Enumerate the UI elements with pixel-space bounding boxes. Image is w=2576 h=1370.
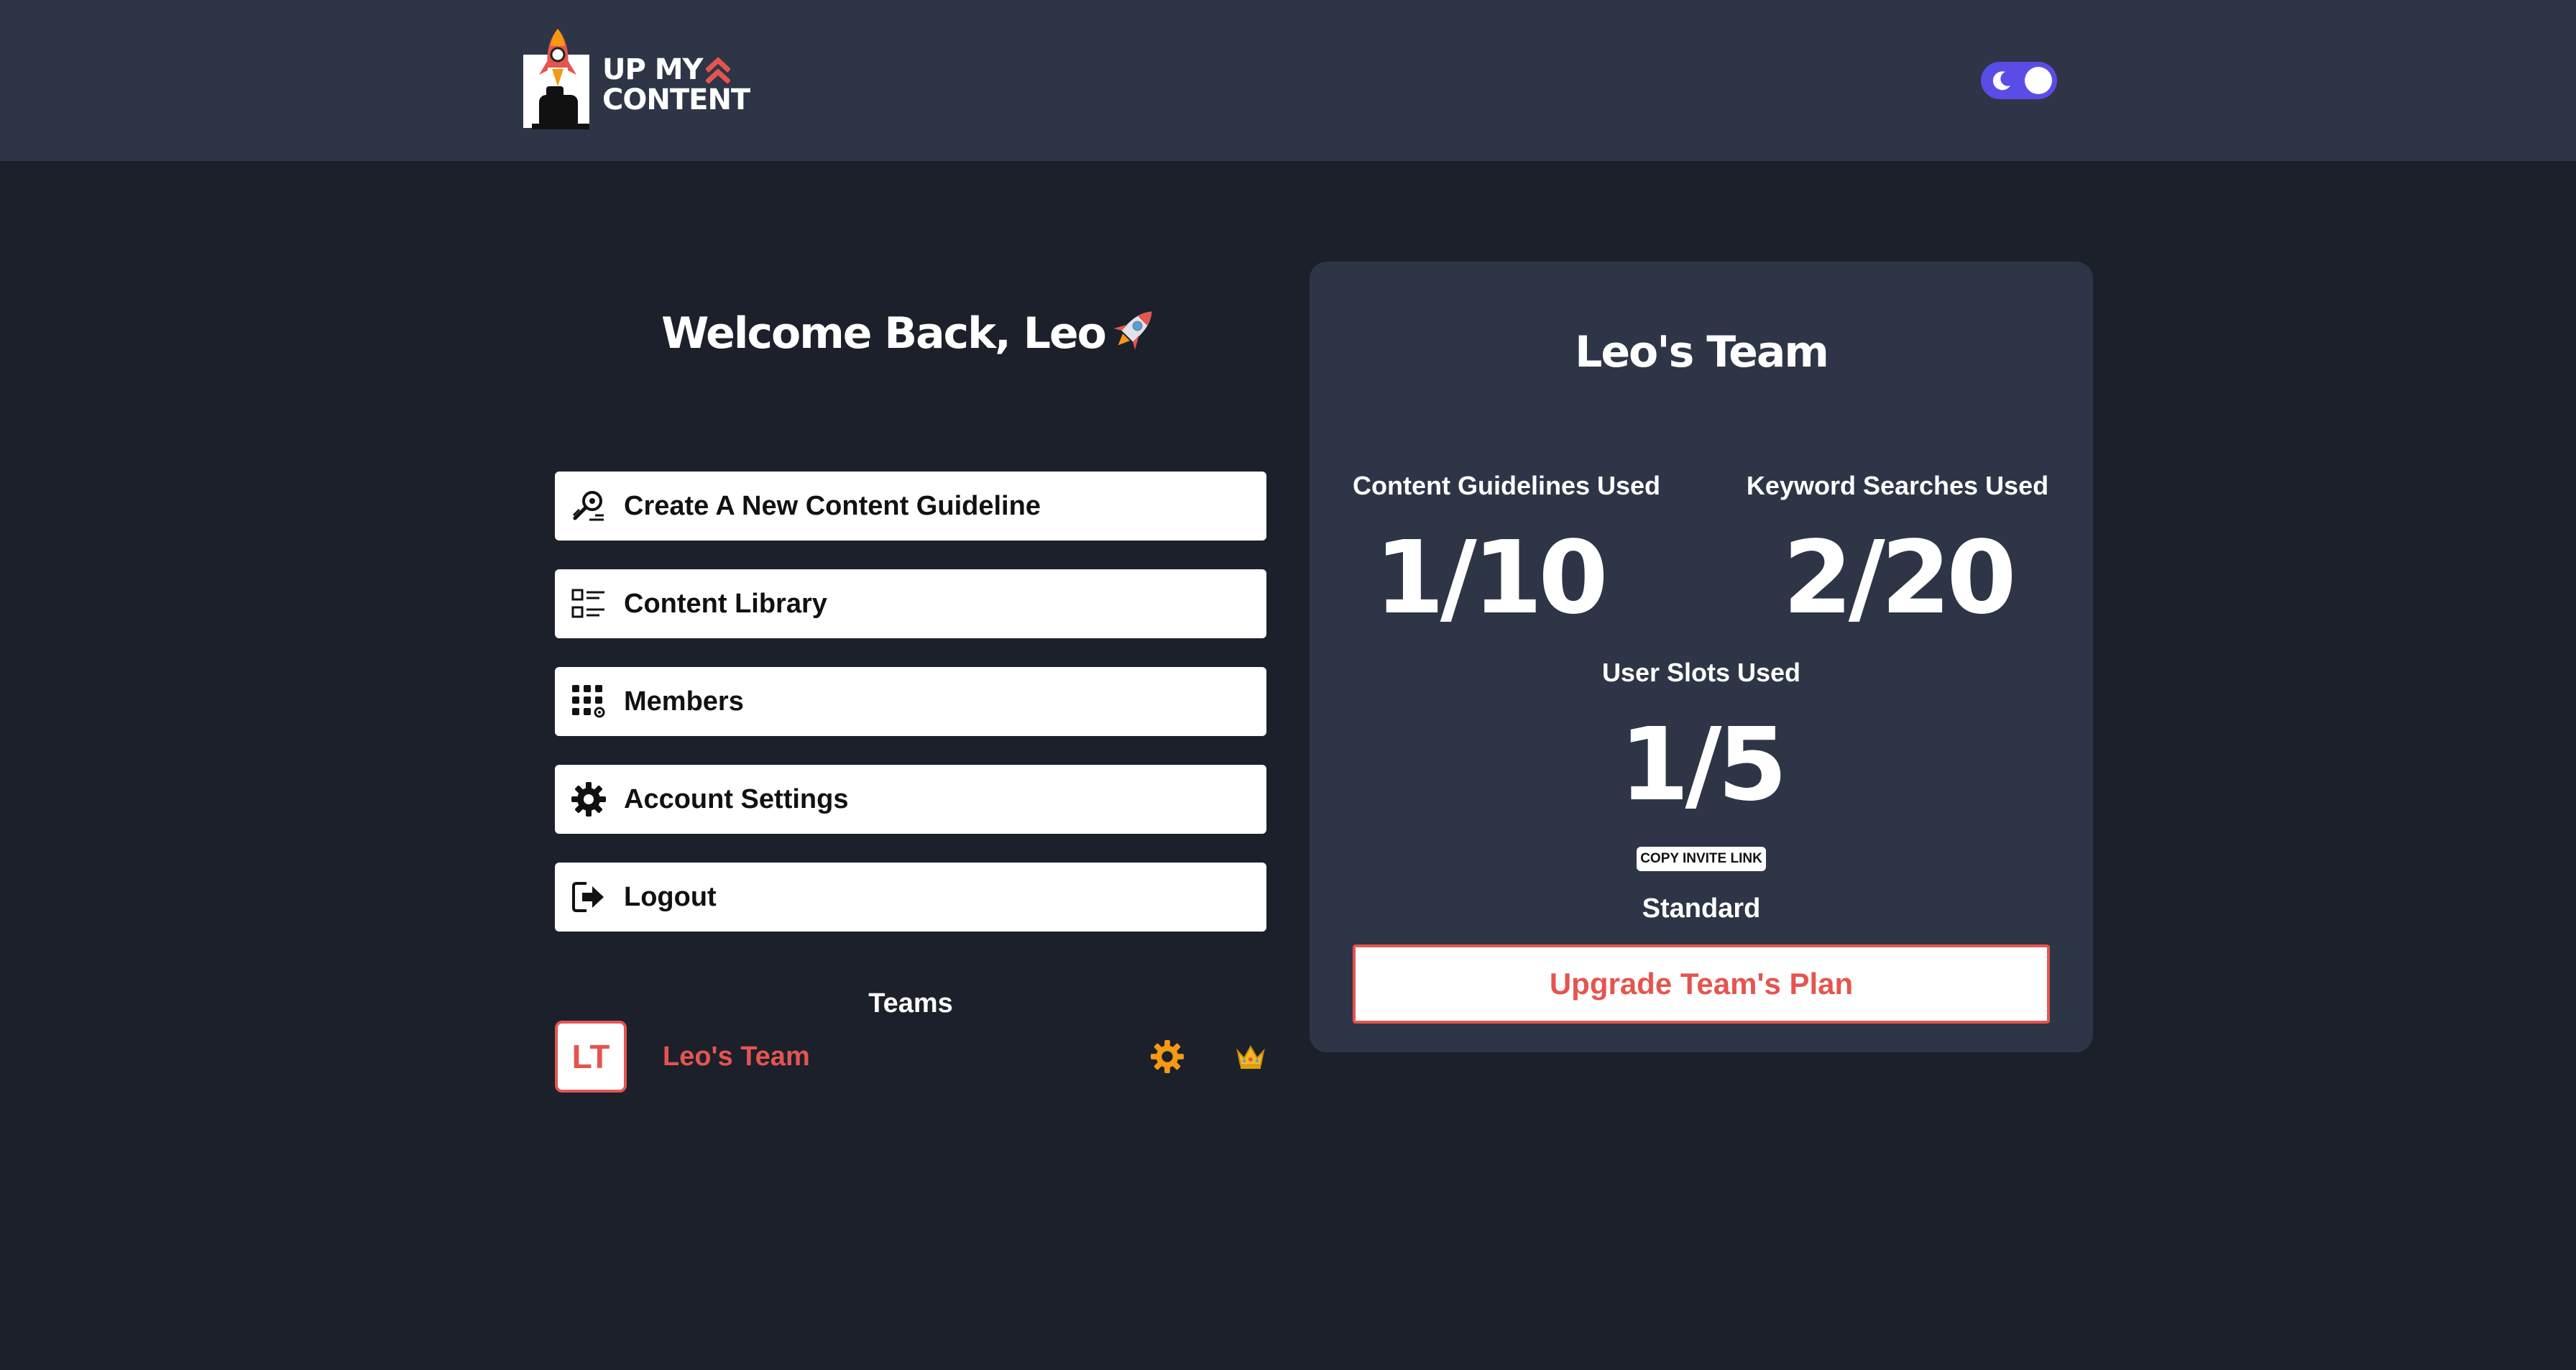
teams-title: Teams: [868, 988, 953, 1019]
list-icon: [571, 589, 604, 618]
members-button[interactable]: Members: [555, 667, 1266, 736]
app-logo[interactable]: UP MY CONTENT: [523, 26, 750, 134]
content-guideline-icon: [572, 491, 604, 521]
account-settings-label: Account Settings: [624, 784, 849, 814]
team-list-item: LT Leo's Team: [555, 1021, 1266, 1093]
welcome-text: Welcome Back, Leo: [661, 308, 1107, 359]
keyword-searches-label: Keyword Searches Used: [1746, 471, 2049, 500]
moon-icon: [1992, 71, 2010, 91]
team-settings-gear-icon[interactable]: [1150, 1039, 1184, 1074]
user-slots-label: User Slots Used: [1601, 658, 1801, 687]
logout-button[interactable]: Logout: [555, 863, 1266, 932]
upgrade-plan-button[interactable]: Upgrade Team's Plan: [1353, 944, 2050, 1024]
top-header: UP MY CONTENT: [0, 0, 2576, 161]
content-guidelines-value: 1/10: [1374, 520, 1608, 637]
plan-name: Standard: [1642, 893, 1761, 924]
create-content-guideline-button[interactable]: Create A New Content Guideline: [555, 472, 1266, 541]
logout-label: Logout: [624, 882, 717, 912]
content-guidelines-label: Content Guidelines Used: [1353, 471, 1661, 500]
account-settings-button[interactable]: Account Settings: [555, 765, 1266, 834]
crown-icon: [1236, 1044, 1265, 1069]
copy-invite-link-button[interactable]: COPY INVITE LINK: [1637, 847, 1766, 871]
main-menu: Create A New Content Guideline Content L…: [555, 472, 1266, 960]
rocket-logo-icon: [523, 29, 589, 129]
keyword-searches-value: 2/20: [1782, 520, 2016, 637]
rocket-icon: [1113, 311, 1152, 350]
logout-icon: [572, 882, 604, 912]
content-library-label: Content Library: [624, 589, 827, 619]
team-card-title: Leo's Team: [1575, 327, 1829, 377]
welcome-heading: Welcome Back, Leo: [555, 302, 1266, 362]
create-content-guideline-label: Create A New Content Guideline: [624, 491, 1041, 521]
logo-text-line1: UP MY: [602, 53, 703, 86]
team-summary-card: Leo's Team Content Guidelines Used 1/10 …: [1310, 262, 2093, 1052]
toggle-knob: [2025, 67, 2052, 94]
team-avatar[interactable]: LT: [555, 1021, 627, 1093]
content-library-button[interactable]: Content Library: [555, 569, 1266, 638]
members-grid-icon: [572, 685, 605, 718]
user-slots-value: 1/5: [1619, 707, 1788, 824]
double-chevron-up-icon: [705, 57, 730, 83]
team-name-link[interactable]: Leo's Team: [663, 1021, 810, 1093]
members-label: Members: [624, 686, 744, 717]
logo-text-line2: CONTENT: [602, 83, 750, 116]
theme-toggle[interactable]: [1981, 62, 2057, 99]
gear-icon: [571, 782, 606, 817]
